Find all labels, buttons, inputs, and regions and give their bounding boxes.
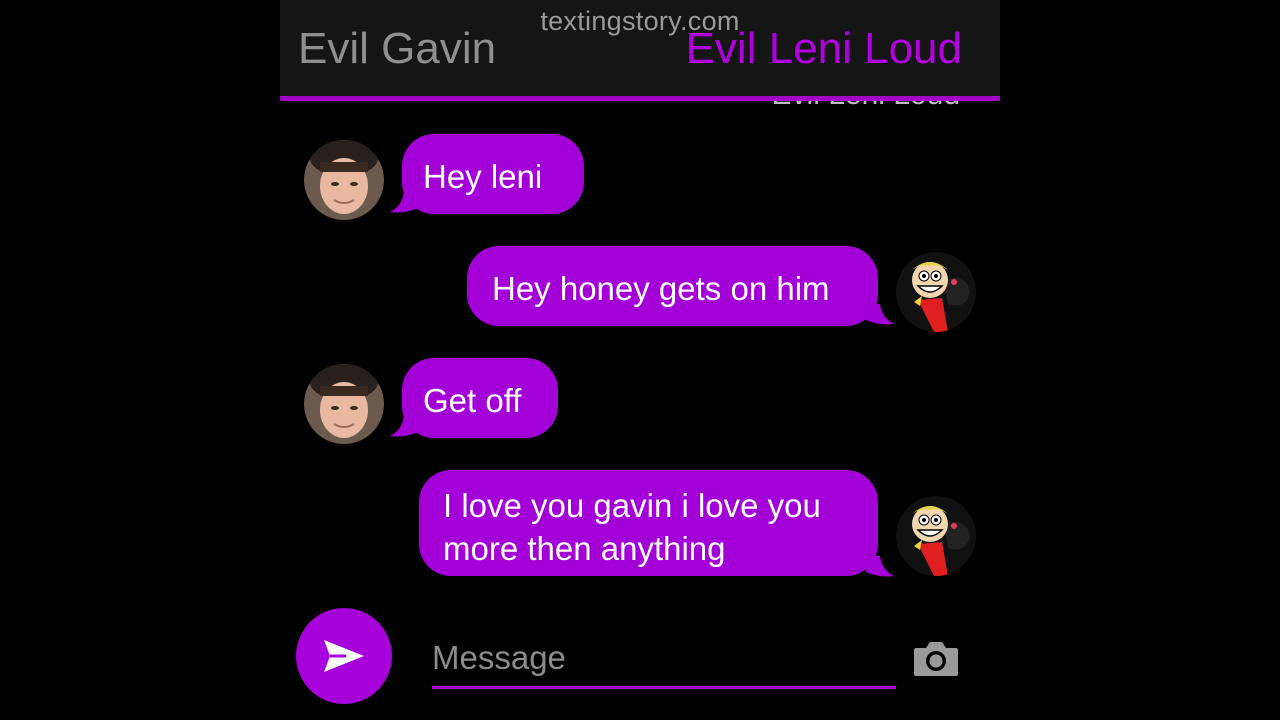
camera-icon xyxy=(914,642,958,676)
message-bubble[interactable]: Hey leni xyxy=(402,134,584,214)
right-contact-name[interactable]: Evil Leni Loud xyxy=(686,24,962,74)
chat-header: textingstory.com Evil Gavin Evil Leni Lo… xyxy=(280,0,1000,101)
leni-avatar xyxy=(896,252,976,332)
leni-avatar xyxy=(896,496,976,576)
send-icon xyxy=(324,640,364,672)
camera-button[interactable] xyxy=(912,638,960,678)
bubble-tail xyxy=(866,304,894,325)
send-button[interactable] xyxy=(296,608,392,704)
message-bubble[interactable]: Get off xyxy=(402,358,558,438)
gavin-avatar xyxy=(304,364,384,444)
message-bubble[interactable]: I love you gavin i love you more then an… xyxy=(419,470,878,576)
message-row: Hey leni xyxy=(280,130,1000,220)
bubble-tail xyxy=(866,556,894,577)
message-row: Get off xyxy=(280,354,1000,444)
left-contact-name[interactable]: Evil Gavin xyxy=(298,24,496,74)
message-bubble[interactable]: Hey honey gets on him xyxy=(467,246,878,326)
chat-window: textingstory.com Evil Gavin Evil Leni Lo… xyxy=(280,0,1000,720)
message-input[interactable] xyxy=(432,630,896,689)
message-row: Hey honey gets on him xyxy=(280,242,1000,332)
message-text-line: more then anything xyxy=(443,530,726,567)
composer-bar xyxy=(280,600,1000,720)
message-row: I love you gavin i love you more then an… xyxy=(280,466,1000,586)
message-text-line: I love you gavin i love you xyxy=(443,487,821,524)
screen: textingstory.com Evil Gavin Evil Leni Lo… xyxy=(0,0,1280,720)
gavin-avatar xyxy=(304,140,384,220)
